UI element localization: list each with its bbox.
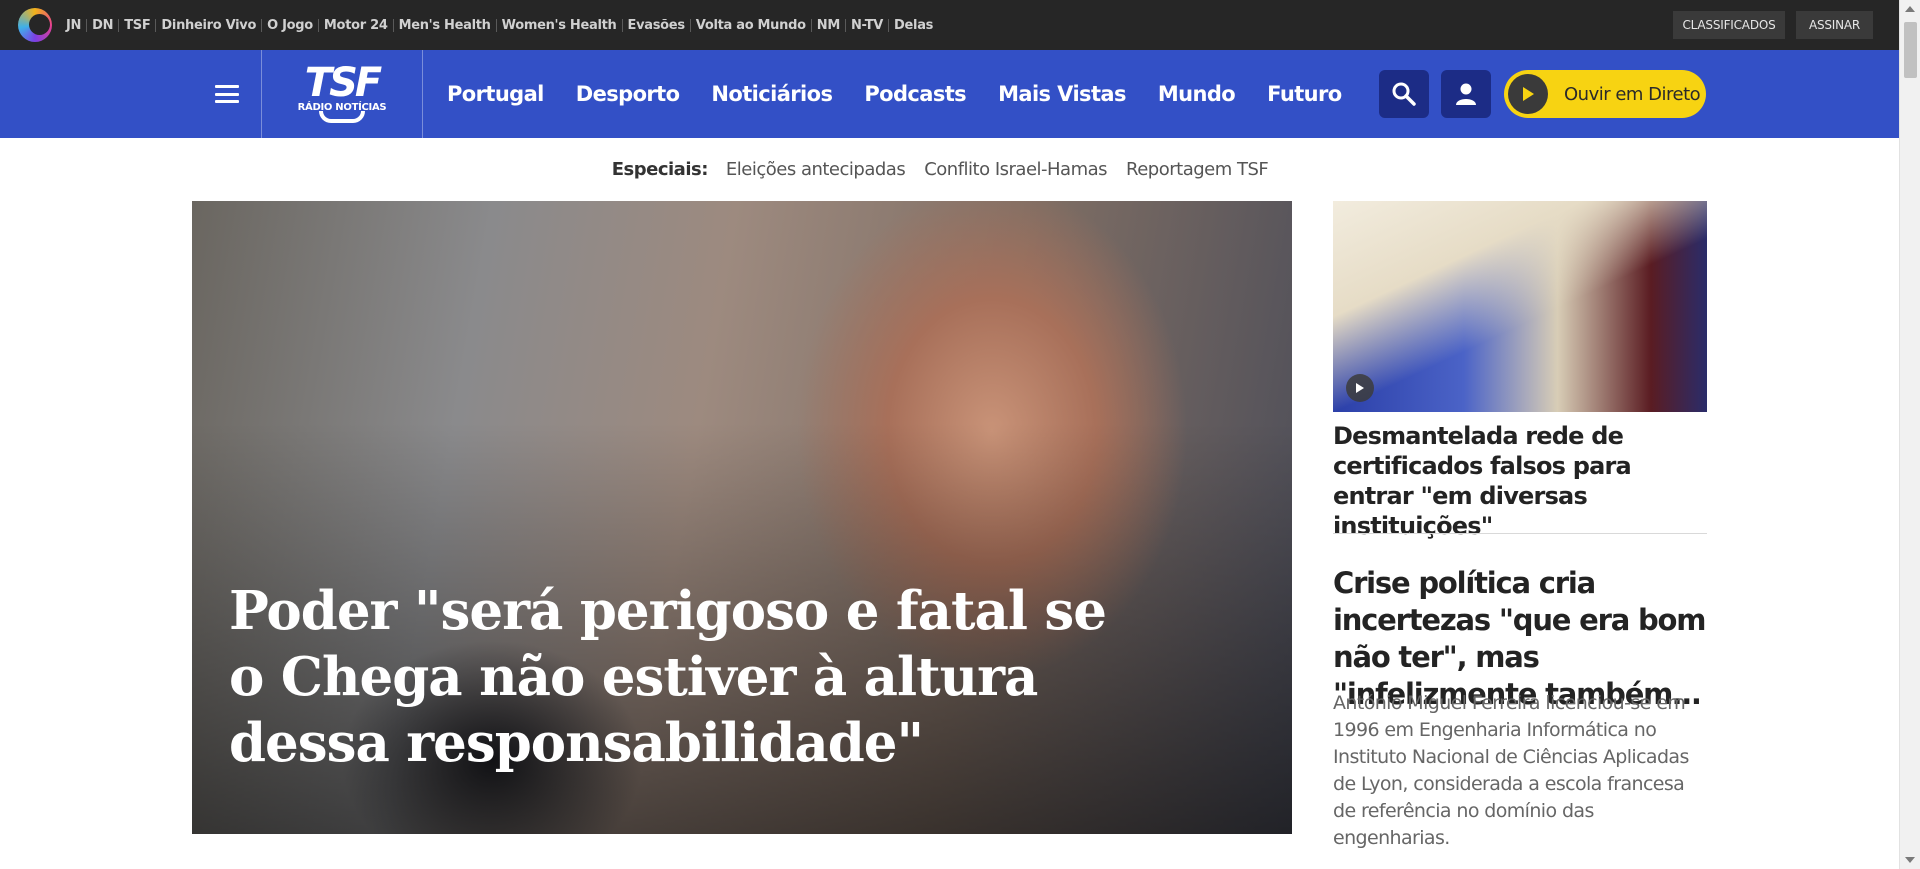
side-article-title-1[interactable]: Desmantelada rede de certificados falsos…	[1333, 421, 1707, 541]
separator	[86, 18, 88, 32]
logo-mark: TSF	[304, 59, 382, 106]
separator	[155, 18, 157, 32]
assinar-button[interactable]: ASSINAR	[1796, 11, 1873, 39]
separator	[261, 18, 263, 32]
video-play-icon	[1346, 374, 1374, 402]
specials-bar: Especiais: Eleições antecipadas Conflito…	[0, 138, 1899, 200]
nav-item-mais-vistas[interactable]: Mais Vistas	[998, 82, 1126, 106]
user-icon	[1456, 83, 1476, 105]
scroll-down-icon[interactable]	[1905, 857, 1915, 863]
network-link-o-jogo[interactable]: O Jogo	[267, 18, 313, 33]
nav-item-futuro[interactable]: Futuro	[1267, 82, 1342, 106]
network-link-womens-health[interactable]: Women's Health	[502, 18, 617, 33]
main-nav: Portugal Desporto Noticiários Podcasts M…	[447, 50, 1374, 138]
nav-item-portugal[interactable]: Portugal	[447, 82, 544, 106]
network-link-delas[interactable]: Delas	[894, 18, 933, 33]
classificados-button[interactable]: CLASSIFICADOS	[1673, 11, 1785, 39]
nav-item-podcasts[interactable]: Podcasts	[864, 82, 966, 106]
tsf-logo[interactable]: TSF RÁDIO NOTÍCIAS	[262, 50, 423, 138]
network-logo-icon[interactable]	[18, 8, 52, 42]
network-link-mens-health[interactable]: Men's Health	[399, 18, 491, 33]
vertical-scrollbar[interactable]	[1899, 0, 1920, 869]
network-bar: JN DN TSF Dinheiro Vivo O Jogo Motor 24 …	[0, 0, 1899, 50]
separator	[844, 18, 846, 32]
divider	[1333, 533, 1707, 534]
network-link-nm[interactable]: NM	[817, 18, 841, 33]
separator	[495, 18, 497, 32]
network-link-jn[interactable]: JN	[66, 18, 81, 33]
article-thumbnail[interactable]	[1333, 201, 1707, 412]
page: JN DN TSF Dinheiro Vivo O Jogo Motor 24 …	[0, 0, 1899, 869]
network-link-ntv[interactable]: N-TV	[851, 18, 883, 33]
listen-live-button[interactable]: Ouvir em Direto	[1504, 70, 1706, 118]
network-link-dn[interactable]: DN	[92, 18, 113, 33]
separator	[621, 18, 623, 32]
special-link-conflito[interactable]: Conflito Israel-Hamas	[924, 159, 1107, 180]
hamburger-icon	[214, 85, 239, 103]
specials-title: Especiais:	[611, 158, 709, 180]
network-link-evasoes[interactable]: Evasões	[628, 18, 686, 33]
nav-item-mundo[interactable]: Mundo	[1158, 82, 1236, 106]
nav-item-noticiarios[interactable]: Noticiários	[711, 82, 833, 106]
network-links: JN DN TSF Dinheiro Vivo O Jogo Motor 24 …	[66, 0, 933, 50]
scrollbar-thumb[interactable]	[1904, 22, 1917, 78]
special-link-eleicoes[interactable]: Eleições antecipadas	[726, 159, 906, 180]
hero-title[interactable]: Poder "será perigoso e fatal se o Chega …	[229, 578, 1149, 776]
network-link-volta-ao-mundo[interactable]: Volta ao Mundo	[696, 18, 806, 33]
search-icon	[1392, 82, 1416, 106]
play-icon	[1508, 74, 1548, 114]
separator	[118, 18, 120, 32]
search-button[interactable]	[1379, 70, 1429, 118]
logo-arc-icon	[319, 110, 365, 123]
special-link-reportagem[interactable]: Reportagem TSF	[1126, 159, 1269, 180]
menu-button[interactable]	[192, 50, 262, 138]
side-article-excerpt: António Miguel Ferreira licenciou-se em …	[1333, 692, 1689, 849]
main-header: TSF RÁDIO NOTÍCIAS Portugal Desporto Not…	[0, 50, 1899, 138]
separator	[810, 18, 812, 32]
listen-live-label: Ouvir em Direto	[1564, 83, 1701, 105]
separator	[888, 18, 890, 32]
account-button[interactable]	[1441, 70, 1491, 118]
separator	[392, 18, 394, 32]
nav-item-desporto[interactable]: Desporto	[576, 82, 680, 106]
separator	[317, 18, 319, 32]
scroll-up-icon[interactable]	[1905, 6, 1915, 12]
hero-article[interactable]: Poder "será perigoso e fatal se o Chega …	[192, 201, 1292, 834]
network-link-motor-24[interactable]: Motor 24	[324, 18, 388, 33]
network-link-tsf[interactable]: TSF	[124, 18, 151, 33]
separator	[689, 18, 691, 32]
network-link-dinheiro-vivo[interactable]: Dinheiro Vivo	[161, 18, 256, 33]
